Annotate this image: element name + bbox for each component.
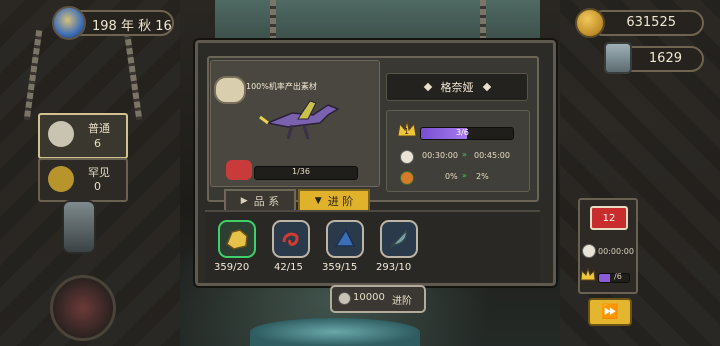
arrow-icon: » — [462, 150, 467, 159]
normal-label: 普通 — [88, 122, 110, 135]
material-slot[interactable] — [380, 220, 418, 258]
water-fountain — [250, 318, 420, 346]
badge-number: 12 — [602, 212, 616, 224]
date-text: 198 年 秋 16 — [92, 19, 172, 34]
advance-button[interactable]: 10000 进阶 — [330, 285, 426, 313]
diamond-icon — [482, 82, 491, 92]
coin-icon — [575, 8, 605, 38]
rate-from: 0% — [445, 172, 458, 181]
coin-display: 631525 — [590, 10, 704, 36]
crown-icon: 1 — [396, 118, 418, 140]
timer-text: 00:00:00 — [598, 247, 634, 256]
creature-portrait[interactable] — [50, 275, 116, 341]
coin-icon — [338, 292, 351, 305]
red-worm-icon — [282, 232, 299, 246]
arrow-icon: » — [462, 171, 467, 180]
level-number: 1 — [404, 127, 410, 136]
rare-filter-button[interactable]: 罕见 0 — [38, 158, 128, 202]
advance-cost: 10000 — [353, 292, 385, 303]
blue-hat-icon — [334, 228, 356, 247]
rate-to: 2% — [476, 172, 489, 181]
mood-icon — [226, 160, 252, 180]
creature-name: 格奈娅 — [440, 81, 474, 94]
tab-advance-label: 进 阶 — [327, 195, 354, 208]
time-from: 00:30:00 — [422, 151, 458, 160]
material-count: 359/15 — [322, 262, 358, 273]
material-amount: 1629 — [648, 51, 682, 66]
material-slot[interactable] — [272, 220, 310, 258]
dropdown-icon: ▼ — [314, 196, 322, 206]
play-icon: ▶ — [240, 196, 248, 206]
advance-label: 进阶 — [392, 296, 412, 307]
material-count: 359/20 — [214, 262, 250, 273]
material-slot[interactable] — [326, 220, 364, 258]
bucket-icon — [604, 42, 632, 74]
gold-ore-icon — [226, 229, 248, 250]
count-badge: 12 — [590, 206, 628, 230]
creature-name-bar: 格奈娅 — [386, 73, 528, 101]
normal-filter-button[interactable]: 普通 6 — [38, 113, 128, 159]
rare-label: 罕见 — [88, 166, 110, 179]
tab-lineage-label: 品 系 — [253, 195, 280, 208]
lantern-icon — [62, 200, 96, 254]
coin-amount: 631525 — [626, 15, 676, 30]
drop-rate-label: 100%机率产出素材 — [246, 82, 317, 91]
right-progress-fill — [599, 274, 610, 282]
material-slot[interactable] — [218, 220, 256, 258]
rare-count: 0 — [94, 180, 101, 193]
normal-count: 6 — [94, 137, 101, 150]
feather-icon — [390, 229, 408, 248]
creature-sprite — [259, 100, 340, 140]
rare-rarity-icon — [48, 166, 74, 192]
clock-icon — [400, 150, 414, 164]
rate-icon — [400, 171, 414, 185]
material-drop-icon — [214, 76, 246, 104]
right-progress-text: /6 — [614, 272, 622, 281]
normal-rarity-icon — [48, 121, 74, 147]
diamond-icon — [423, 82, 432, 92]
mood-progress-text: 1/36 — [292, 167, 310, 176]
clock-icon — [582, 244, 596, 258]
material-count: 293/10 — [376, 262, 412, 273]
fast-forward-icon: ⏩ — [601, 304, 619, 320]
time-to: 00:45:00 — [474, 151, 510, 160]
crown-icon — [580, 267, 596, 281]
season-globe-icon[interactable] — [52, 6, 86, 40]
fast-forward-button[interactable]: ⏩ — [588, 298, 632, 326]
exp-text: 3/6 — [456, 128, 469, 137]
material-count: 42/15 — [274, 262, 303, 273]
